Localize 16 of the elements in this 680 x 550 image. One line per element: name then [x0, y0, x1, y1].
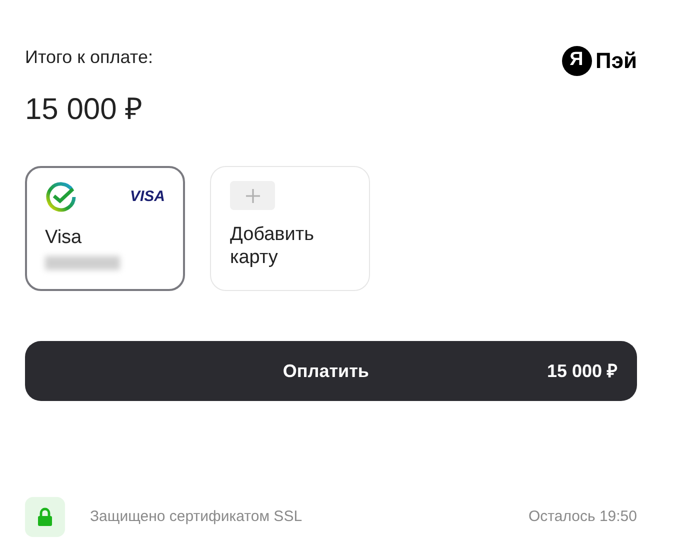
add-card-label: Добавить карту: [230, 224, 315, 270]
checkmark-logo-icon: [45, 181, 77, 213]
total-label: Итого к оплате:: [25, 46, 153, 69]
logo-mark: Я: [562, 46, 592, 76]
pay-amount: 15 000 ₽: [546, 360, 617, 382]
payment-card[interactable]: VISA Visa: [25, 166, 185, 291]
card-brand: VISA: [130, 186, 165, 207]
add-card-button[interactable]: Добавить карту: [210, 166, 370, 291]
logo-text: Пэй: [596, 47, 637, 75]
total-amount: 15 000 ₽: [25, 92, 144, 128]
card-name: Visa: [45, 227, 83, 250]
timer-text: Осталось 19:50: [528, 506, 637, 527]
security-note: Защищено сертификатом SSL: [90, 506, 304, 527]
plus-icon: [230, 181, 275, 210]
lock-icon: [25, 497, 65, 537]
pay-button[interactable]: Оплатить 15 000 ₽: [25, 341, 637, 401]
